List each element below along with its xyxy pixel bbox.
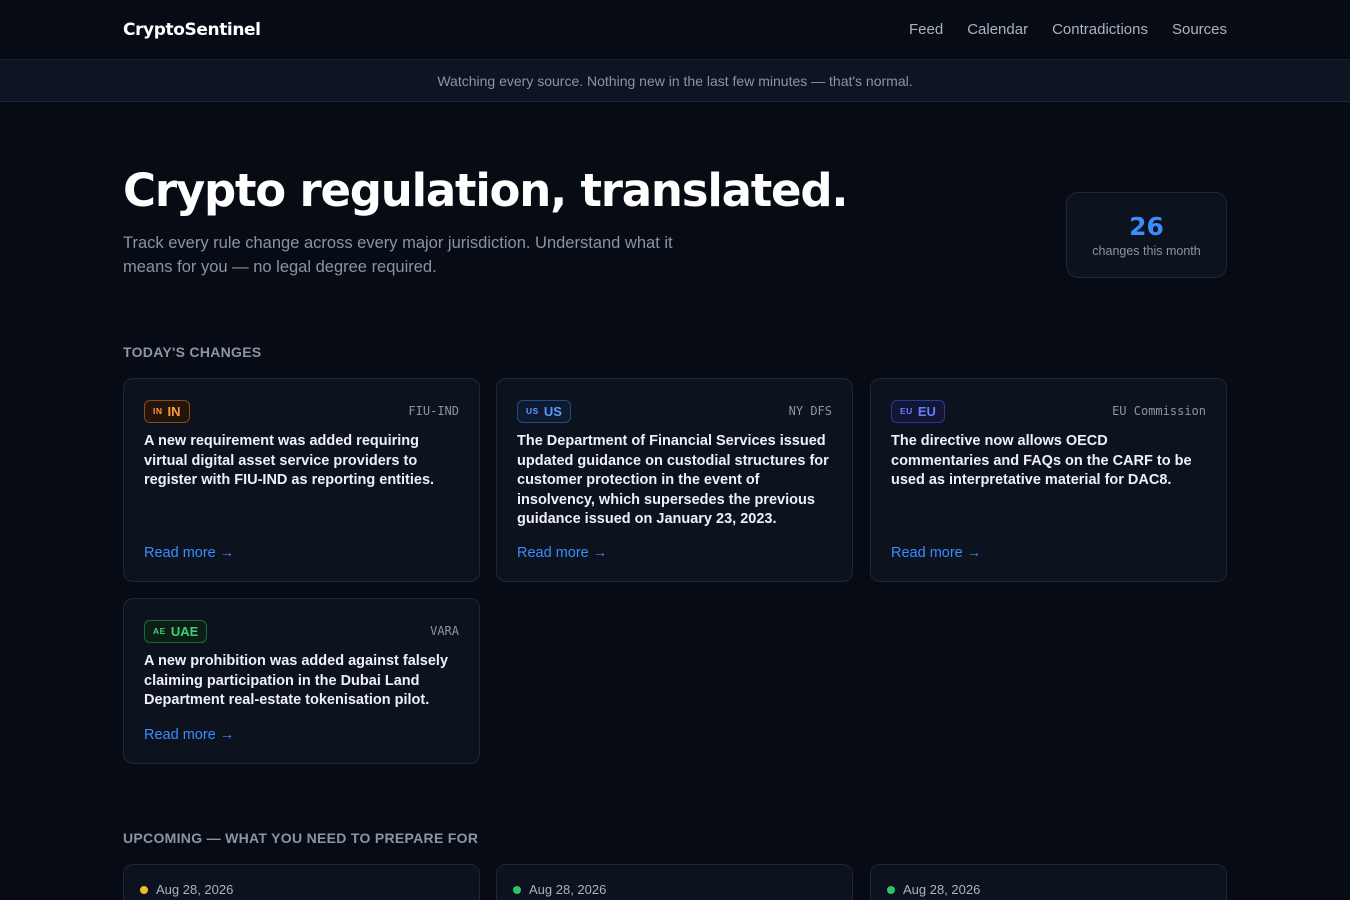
flag-code: EU [900, 406, 913, 416]
source-label: EU Commission [1112, 404, 1206, 418]
change-card[interactable]: IN IN FIU-IND A new requirement was adde… [123, 378, 480, 582]
jurisdiction-badge: IN IN [144, 399, 190, 423]
change-card[interactable]: AE UAE VARA A new prohibition was added … [123, 598, 480, 764]
hero-title: Crypto regulation, translated. [123, 164, 848, 217]
nav-calendar[interactable]: Calendar [967, 21, 1028, 38]
upcoming-date: Aug 28, 2026 [903, 882, 981, 897]
changes-count-value: 26 [1129, 212, 1164, 241]
change-card[interactable]: EU EU EU Commission The directive now al… [870, 378, 1227, 582]
jurisdiction-label: EU [917, 403, 936, 419]
status-text: Watching every source. Nothing new in th… [437, 72, 913, 89]
change-summary: A new prohibition was added against fals… [144, 653, 449, 708]
status-banner: Watching every source. Nothing new in th… [0, 60, 1350, 102]
read-more-link[interactable]: Read more → [517, 545, 607, 561]
flag-code: US [526, 406, 539, 416]
changes-count-card: 26 changes this month [1066, 192, 1227, 278]
change-summary: A new requirement was added requiring vi… [144, 433, 435, 488]
brand-logo[interactable]: CryptoSentinel [123, 20, 261, 40]
change-card[interactable]: US US NY DFS The Department of Financial… [496, 378, 853, 582]
nav-sources[interactable]: Sources [1172, 21, 1227, 38]
read-more-link[interactable]: Read more → [144, 727, 234, 743]
todays-changes-heading: TODAY'S CHANGES [123, 344, 262, 360]
upcoming-date: Aug 28, 2026 [156, 882, 234, 897]
upcoming-card[interactable]: Aug 28, 2026 [123, 864, 480, 900]
hero-subtitle: Track every rule change across every maj… [123, 234, 673, 276]
source-label: FIU-IND [408, 404, 459, 418]
jurisdiction-badge: AE UAE [144, 619, 208, 643]
main-nav: Feed Calendar Contradictions Sources [909, 21, 1227, 38]
change-summary: The Department of Financial Services iss… [517, 433, 829, 527]
upcoming-card[interactable]: Aug 28, 2026 [496, 864, 853, 900]
source-label: NY DFS [788, 404, 832, 418]
read-more-link[interactable]: Read more → [891, 545, 981, 561]
jurisdiction-label: IN [167, 403, 181, 419]
nav-contradictions[interactable]: Contradictions [1052, 21, 1148, 38]
status-dot [140, 885, 148, 894]
changes-count-label: changes this month [1092, 244, 1201, 258]
top-navbar: CryptoSentinel Feed Calendar Contradicti… [0, 0, 1350, 60]
status-dot [887, 885, 895, 894]
jurisdiction-badge: US US [517, 399, 571, 423]
upcoming-heading: UPCOMING — WHAT YOU NEED TO PREPARE FOR [123, 830, 479, 846]
read-more-link[interactable]: Read more → [144, 545, 234, 561]
flag-code: IN [153, 406, 163, 416]
status-dot [513, 885, 521, 894]
hero-section: Crypto regulation, translated. Track eve… [0, 102, 1350, 332]
source-label: VARA [430, 624, 459, 638]
jurisdiction-label: UAE [170, 623, 199, 639]
change-summary: The directive now allows OECD commentari… [891, 433, 1192, 488]
jurisdiction-label: US [543, 403, 562, 419]
nav-feed[interactable]: Feed [909, 21, 943, 38]
jurisdiction-badge: EU EU [891, 399, 945, 423]
upcoming-date: Aug 28, 2026 [529, 882, 607, 897]
flag-code: AE [153, 626, 166, 636]
upcoming-card[interactable]: Aug 28, 2026 [870, 864, 1227, 900]
